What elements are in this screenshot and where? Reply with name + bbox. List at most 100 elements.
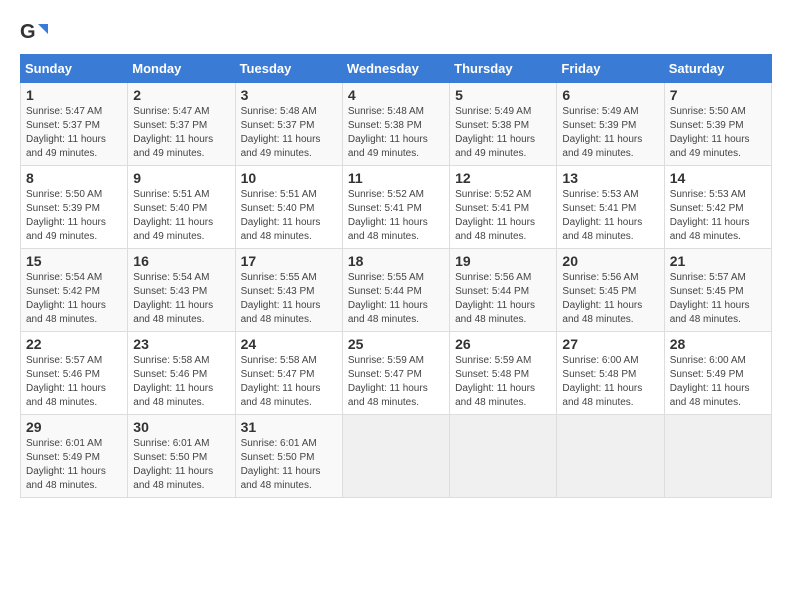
day-info: Sunrise: 5:51 AM Sunset: 5:40 PM Dayligh… [241, 188, 337, 244]
logo: G [20, 20, 52, 44]
calendar-day-cell [557, 415, 664, 498]
calendar-day-cell: 18Sunrise: 5:55 AM Sunset: 5:44 PM Dayli… [342, 249, 449, 332]
svg-text:G: G [20, 21, 36, 43]
day-info: Sunrise: 5:53 AM Sunset: 5:42 PM Dayligh… [670, 188, 766, 244]
day-number: 30 [133, 419, 229, 435]
day-number: 22 [26, 336, 122, 352]
calendar-day-cell: 1 Sunrise: 5:47 AM Sunset: 5:37 PM Daylig… [21, 83, 128, 166]
day-number: 20 [562, 253, 658, 269]
day-number: 2 [133, 87, 229, 103]
logo-icon: G [20, 20, 48, 44]
calendar-day-cell [342, 415, 449, 498]
day-info: Sunrise: 5:55 AM Sunset: 5:44 PM Dayligh… [348, 271, 444, 327]
calendar-day-cell: 27 Sunrise: 6:00 AM Sunset: 5:48 PM Dayli… [557, 332, 664, 415]
day-info: Sunrise: 5:50 AM Sunset: 5:39 PM Dayligh… [670, 105, 766, 161]
day-info: Sunrise: 5:56 AM Sunset: 5:44 PM Dayligh… [455, 271, 551, 327]
day-of-week-header: Thursday [450, 55, 557, 83]
calendar-day-cell: 16 Sunrise: 5:54 AM Sunset: 5:43 PM Dayli… [128, 249, 235, 332]
day-of-week-header: Wednesday [342, 55, 449, 83]
calendar-day-cell: 13 Sunrise: 5:53 AM Sunset: 5:41 PM Dayli… [557, 166, 664, 249]
day-number: 31 [241, 419, 337, 435]
calendar-day-cell [450, 415, 557, 498]
day-number: 26 [455, 336, 551, 352]
day-number: 19 [455, 253, 551, 269]
calendar-week-row: 22 Sunrise: 5:57 AM Sunset: 5:46 PM Dayli… [21, 332, 772, 415]
calendar-week-row: 1 Sunrise: 5:47 AM Sunset: 5:37 PM Daylig… [21, 83, 772, 166]
calendar-day-cell: 15 Sunrise: 5:54 AM Sunset: 5:42 PM Dayli… [21, 249, 128, 332]
day-info: Sunrise: 5:58 AM Sunset: 5:46 PM Dayligh… [133, 354, 229, 410]
calendar-day-cell: 30 Sunrise: 6:01 AM Sunset: 5:50 PM Dayli… [128, 415, 235, 498]
calendar-week-row: 29 Sunrise: 6:01 AM Sunset: 5:49 PM Dayli… [21, 415, 772, 498]
day-of-week-header: Tuesday [235, 55, 342, 83]
calendar-day-cell [664, 415, 771, 498]
day-info: Sunrise: 5:55 AM Sunset: 5:43 PM Dayligh… [241, 271, 337, 327]
day-info: Sunrise: 5:51 AM Sunset: 5:40 PM Dayligh… [133, 188, 229, 244]
day-info: Sunrise: 5:54 AM Sunset: 5:42 PM Dayligh… [26, 271, 122, 327]
calendar-day-cell: 6 Sunrise: 5:49 AM Sunset: 5:39 PM Daylig… [557, 83, 664, 166]
day-number: 16 [133, 253, 229, 269]
day-number: 21 [670, 253, 766, 269]
day-number: 4 [348, 87, 444, 103]
calendar-day-cell: 25 Sunrise: 5:59 AM Sunset: 5:47 PM Dayli… [342, 332, 449, 415]
calendar-week-row: 15 Sunrise: 5:54 AM Sunset: 5:42 PM Dayli… [21, 249, 772, 332]
calendar-day-cell: 23Sunrise: 5:58 AM Sunset: 5:46 PM Dayli… [128, 332, 235, 415]
day-info: Sunrise: 5:47 AM Sunset: 5:37 PM Dayligh… [133, 105, 229, 161]
day-number: 15 [26, 253, 122, 269]
day-number: 25 [348, 336, 444, 352]
day-info: Sunrise: 5:48 AM Sunset: 5:37 PM Dayligh… [241, 105, 337, 161]
day-info: Sunrise: 5:50 AM Sunset: 5:39 PM Dayligh… [26, 188, 122, 244]
day-number: 3 [241, 87, 337, 103]
calendar-day-cell: 22 Sunrise: 5:57 AM Sunset: 5:46 PM Dayli… [21, 332, 128, 415]
day-info: Sunrise: 5:48 AM Sunset: 5:38 PM Dayligh… [348, 105, 444, 161]
day-info: Sunrise: 5:54 AM Sunset: 5:43 PM Dayligh… [133, 271, 229, 327]
day-number: 29 [26, 419, 122, 435]
calendar-table: SundayMondayTuesdayWednesdayThursdayFrid… [20, 54, 772, 498]
day-info: Sunrise: 5:59 AM Sunset: 5:47 PM Dayligh… [348, 354, 444, 410]
day-info: Sunrise: 5:53 AM Sunset: 5:41 PM Dayligh… [562, 188, 658, 244]
day-number: 5 [455, 87, 551, 103]
day-number: 7 [670, 87, 766, 103]
day-number: 17 [241, 253, 337, 269]
day-number: 24 [241, 336, 337, 352]
calendar-day-cell: 21 Sunrise: 5:57 AM Sunset: 5:45 PM Dayli… [664, 249, 771, 332]
day-info: Sunrise: 6:01 AM Sunset: 5:50 PM Dayligh… [133, 437, 229, 493]
day-number: 13 [562, 170, 658, 186]
calendar-day-cell: 4 Sunrise: 5:48 AM Sunset: 5:38 PM Daylig… [342, 83, 449, 166]
day-number: 12 [455, 170, 551, 186]
calendar-day-cell: 9 Sunrise: 5:51 AM Sunset: 5:40 PM Daylig… [128, 166, 235, 249]
day-info: Sunrise: 6:00 AM Sunset: 5:48 PM Dayligh… [562, 354, 658, 410]
calendar-day-cell: 14Sunrise: 5:53 AM Sunset: 5:42 PM Dayli… [664, 166, 771, 249]
day-number: 10 [241, 170, 337, 186]
day-number: 6 [562, 87, 658, 103]
calendar-day-cell: 8Sunrise: 5:50 AM Sunset: 5:39 PM Daylig… [21, 166, 128, 249]
day-info: Sunrise: 5:52 AM Sunset: 5:41 PM Dayligh… [348, 188, 444, 244]
day-info: Sunrise: 6:01 AM Sunset: 5:50 PM Dayligh… [241, 437, 337, 493]
calendar-day-cell: 24Sunrise: 5:58 AM Sunset: 5:47 PM Dayli… [235, 332, 342, 415]
calendar-day-cell: 3 Sunrise: 5:48 AM Sunset: 5:37 PM Daylig… [235, 83, 342, 166]
calendar-day-cell: 2 Sunrise: 5:47 AM Sunset: 5:37 PM Daylig… [128, 83, 235, 166]
calendar-day-cell: 28Sunrise: 6:00 AM Sunset: 5:49 PM Dayli… [664, 332, 771, 415]
calendar-week-row: 8Sunrise: 5:50 AM Sunset: 5:39 PM Daylig… [21, 166, 772, 249]
day-info: Sunrise: 5:57 AM Sunset: 5:46 PM Dayligh… [26, 354, 122, 410]
calendar-day-cell: 7 Sunrise: 5:50 AM Sunset: 5:39 PM Daylig… [664, 83, 771, 166]
calendar-day-cell: 10 Sunrise: 5:51 AM Sunset: 5:40 PM Dayli… [235, 166, 342, 249]
calendar-day-cell: 29 Sunrise: 6:01 AM Sunset: 5:49 PM Dayli… [21, 415, 128, 498]
day-number: 1 [26, 87, 122, 103]
calendar-day-cell: 19 Sunrise: 5:56 AM Sunset: 5:44 PM Dayli… [450, 249, 557, 332]
calendar-day-cell: 20Sunrise: 5:56 AM Sunset: 5:45 PM Dayli… [557, 249, 664, 332]
calendar-day-cell: 26 Sunrise: 5:59 AM Sunset: 5:48 PM Dayli… [450, 332, 557, 415]
day-info: Sunrise: 5:59 AM Sunset: 5:48 PM Dayligh… [455, 354, 551, 410]
day-number: 9 [133, 170, 229, 186]
calendar-day-cell: 11Sunrise: 5:52 AM Sunset: 5:41 PM Dayli… [342, 166, 449, 249]
day-info: Sunrise: 5:57 AM Sunset: 5:45 PM Dayligh… [670, 271, 766, 327]
day-info: Sunrise: 5:49 AM Sunset: 5:39 PM Dayligh… [562, 105, 658, 161]
calendar-day-cell: 31 Sunrise: 6:01 AM Sunset: 5:50 PM Dayli… [235, 415, 342, 498]
page-header: G [20, 20, 772, 44]
day-number: 27 [562, 336, 658, 352]
calendar-day-cell: 5Sunrise: 5:49 AM Sunset: 5:38 PM Daylig… [450, 83, 557, 166]
day-of-week-header: Sunday [21, 55, 128, 83]
day-info: Sunrise: 5:47 AM Sunset: 5:37 PM Dayligh… [26, 105, 122, 161]
day-info: Sunrise: 6:01 AM Sunset: 5:49 PM Dayligh… [26, 437, 122, 493]
day-number: 28 [670, 336, 766, 352]
day-of-week-header: Friday [557, 55, 664, 83]
